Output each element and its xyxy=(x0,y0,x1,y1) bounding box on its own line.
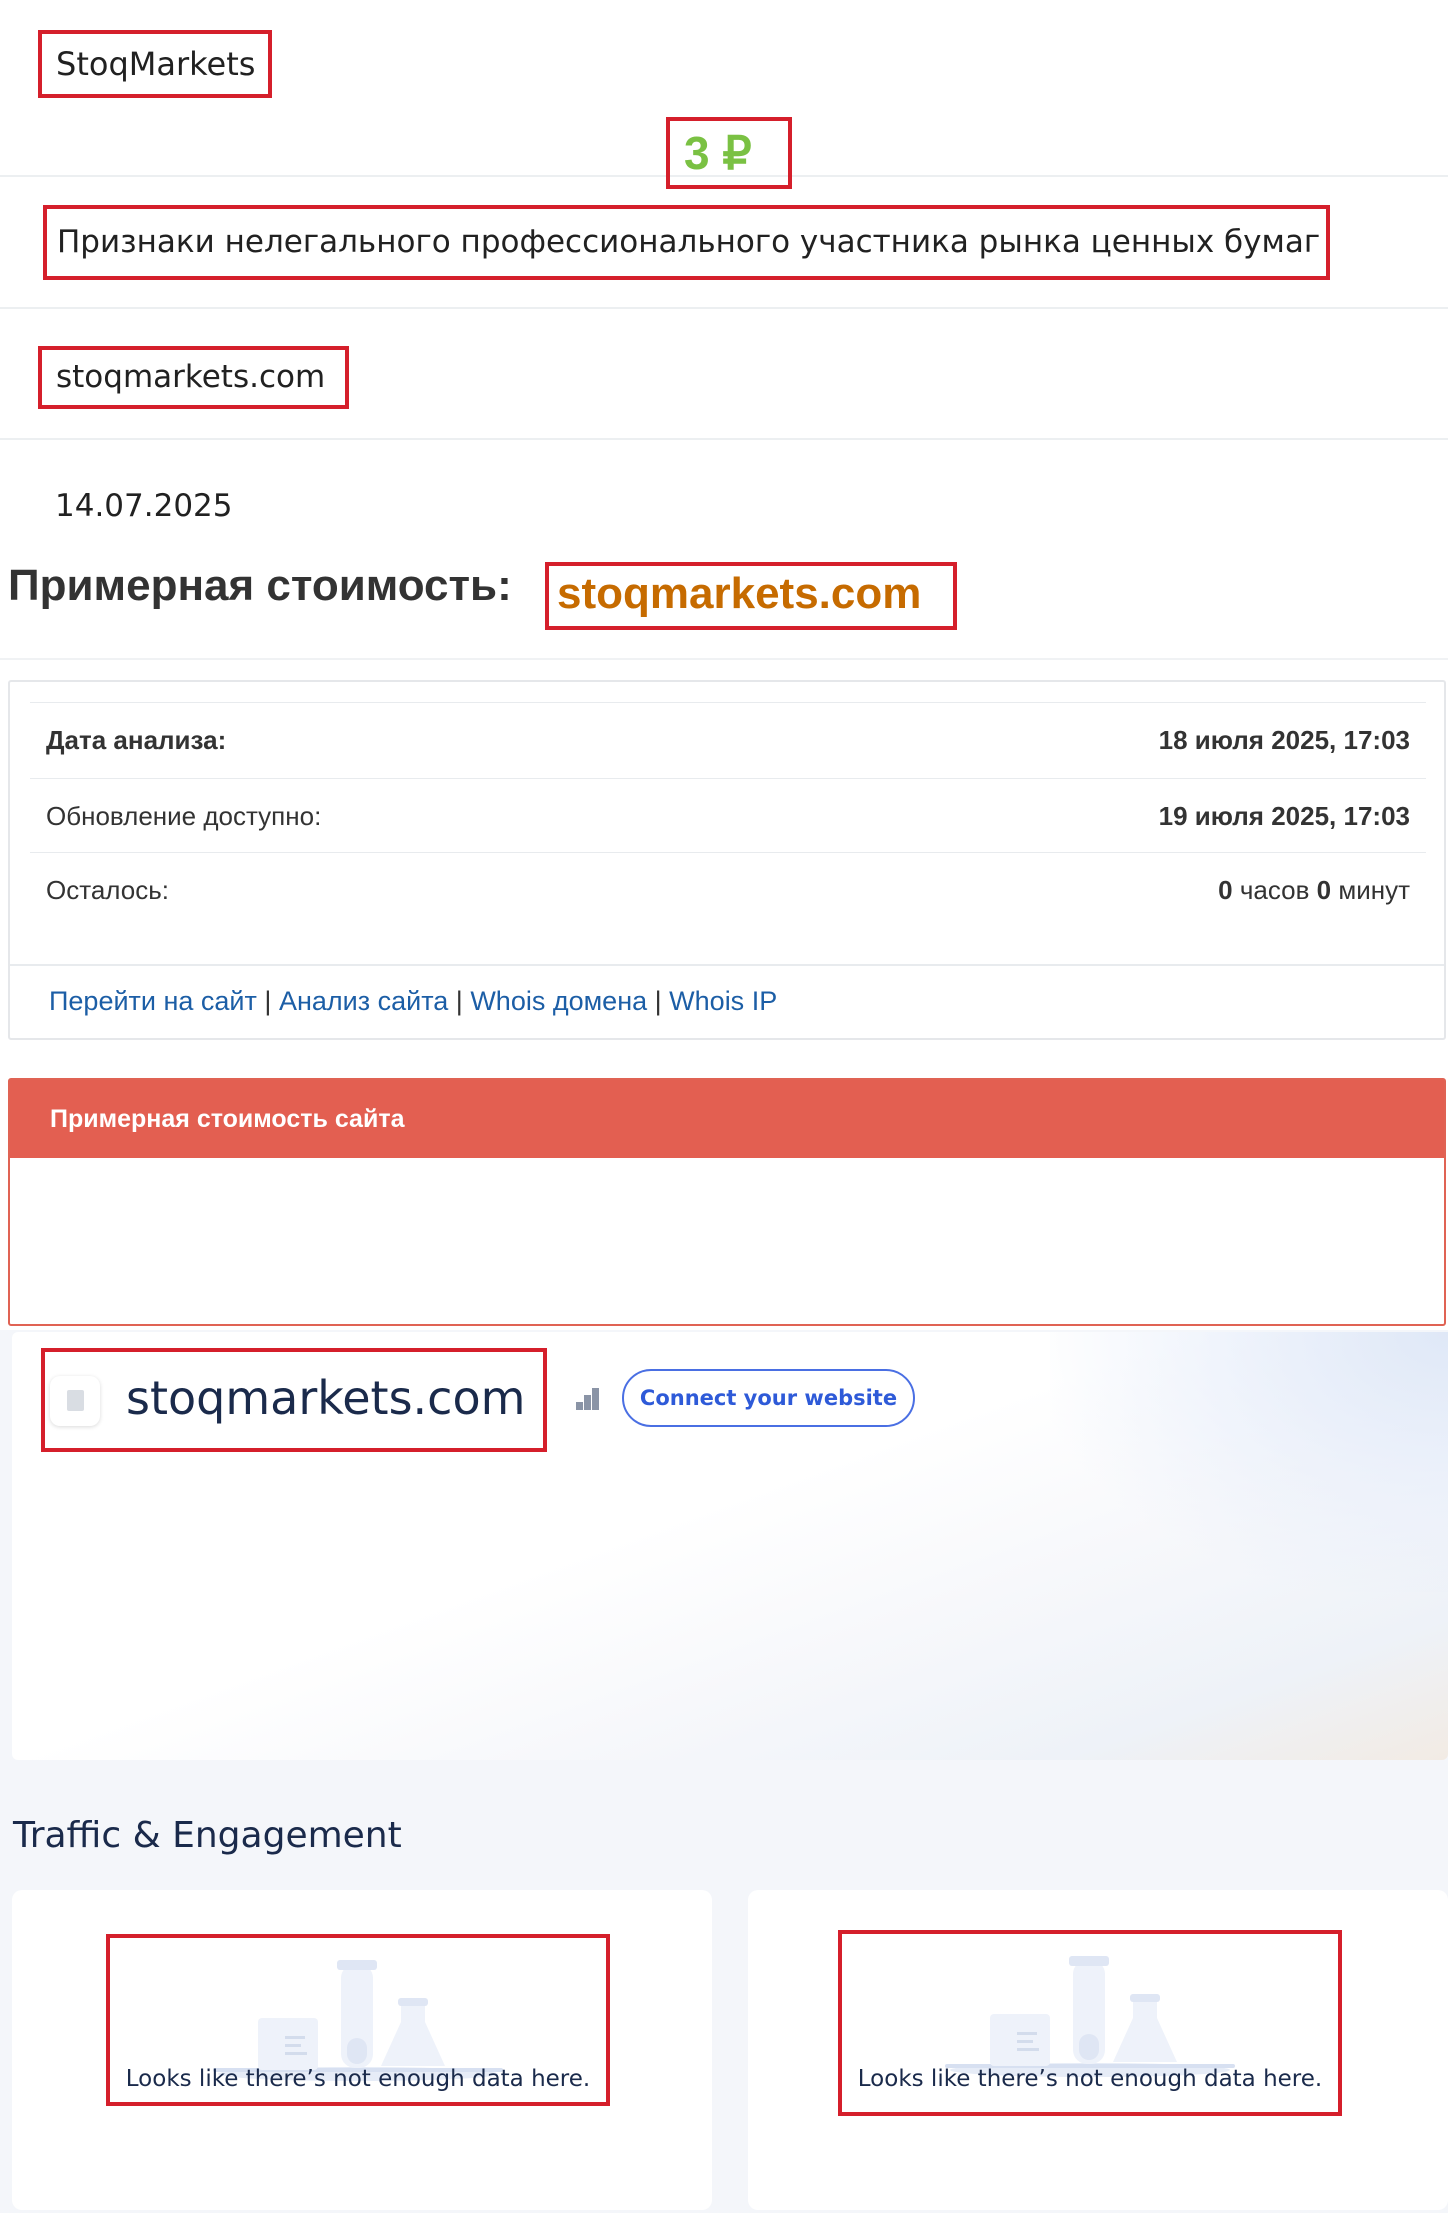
link-whois-ip[interactable]: Whois IP xyxy=(669,986,777,1016)
estimate-header: Примерная стоимость сайта xyxy=(10,1080,1444,1158)
site-description: Признаки нелегального профессионального … xyxy=(43,205,1330,280)
link-site-analysis[interactable]: Анализ сайта xyxy=(279,986,448,1016)
link-go-to-site[interactable]: Перейти на сайт xyxy=(49,986,257,1016)
analysis-info-card: Дата анализа: 18 июля 2025, 17:03 Обновл… xyxy=(8,680,1446,1040)
divider xyxy=(0,307,1448,309)
info-value: 19 июля 2025, 17:03 xyxy=(1158,801,1410,831)
no-data-highlight: Looks like there’s not enough data here. xyxy=(106,1934,610,2106)
remaining-minutes: 0 xyxy=(1316,875,1332,905)
hero-glow xyxy=(1050,1332,1448,1592)
widget-domain-highlight xyxy=(41,1348,547,1452)
remaining-minutes-unit: минут xyxy=(1338,875,1410,905)
site-links: Перейти на сайт | Анализ сайта | Whois д… xyxy=(49,986,777,1017)
report-date: 14.07.2025 xyxy=(55,488,233,524)
connect-website-button[interactable]: Connect your website xyxy=(622,1369,915,1427)
remaining-hours-unit: часов xyxy=(1239,875,1310,905)
lab-flasks-illustration xyxy=(213,1960,503,2081)
link-separator: | xyxy=(264,986,272,1016)
info-row-update-available: Обновление доступно: 19 июля 2025, 17:03 xyxy=(30,778,1426,852)
valuation-heading: Примерная стоимость: xyxy=(8,561,512,610)
link-separator: | xyxy=(654,986,662,1016)
traffic-card: Looks like there’s not enough data here. xyxy=(12,1890,712,2210)
traffic-card: Looks like there’s not enough data here. xyxy=(748,1890,1448,2210)
info-value: 18 июля 2025, 17:03 xyxy=(1158,725,1410,755)
info-label: Осталось: xyxy=(46,875,169,905)
no-data-message: Looks like there’s not enough data here. xyxy=(125,2066,591,2092)
lab-flasks-illustration xyxy=(945,1956,1235,2077)
remaining-hours: 0 xyxy=(1218,875,1233,905)
brand-name: StoqMarkets xyxy=(38,30,272,98)
divider xyxy=(0,658,1448,660)
site-domain: stoqmarkets.com xyxy=(38,346,349,409)
bar-chart-icon xyxy=(576,1384,606,1410)
divider xyxy=(10,964,1444,966)
no-data-highlight: Looks like there’s not enough data here. xyxy=(838,1930,1342,2116)
divider xyxy=(0,438,1448,440)
info-row-remaining: Осталось: 0 часов 0 минут xyxy=(30,852,1426,926)
section-title: Traffic & Engagement xyxy=(13,1815,402,1856)
valuation-heading-domain: stoqmarkets.com xyxy=(545,562,957,630)
info-label: Дата анализа: xyxy=(46,725,227,755)
estimate-card: Примерная стоимость сайта xyxy=(8,1078,1446,1326)
info-label: Обновление доступно: xyxy=(46,801,322,831)
link-separator: | xyxy=(455,986,463,1016)
info-row-analysis-date: Дата анализа: 18 июля 2025, 17:03 xyxy=(30,702,1426,776)
link-whois-domain[interactable]: Whois домена xyxy=(470,986,647,1016)
remaining-time: 0 часов 0 минут xyxy=(1218,875,1410,906)
no-data-message: Looks like there’s not enough data here. xyxy=(857,2066,1323,2092)
estimate-value: 3 ₽ xyxy=(666,117,792,189)
